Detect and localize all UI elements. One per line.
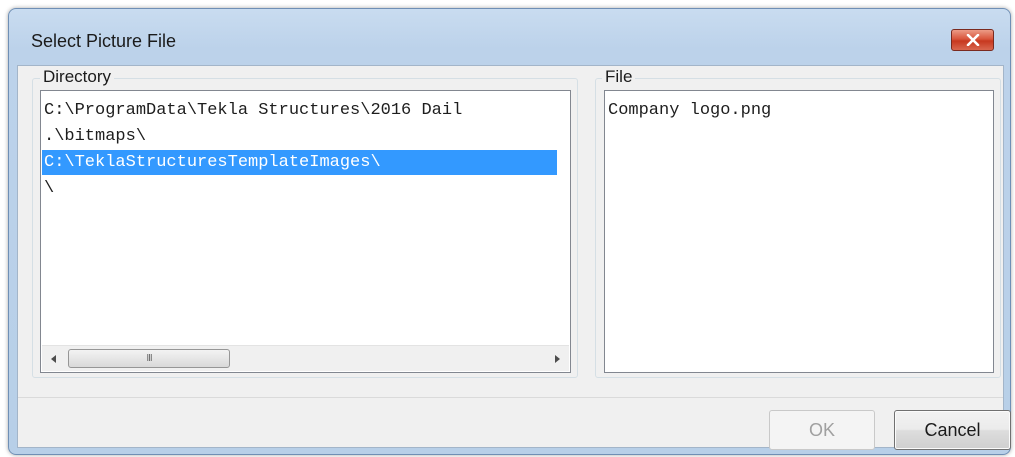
dialog-body: Directory C:\ProgramData\Tekla Structure… — [17, 65, 1011, 450]
cancel-button[interactable]: Cancel — [894, 410, 1011, 450]
horizontal-scrollbar[interactable]: III — [42, 345, 569, 371]
grip-icon: III — [146, 353, 152, 364]
file-list-item[interactable]: Company logo.png — [606, 98, 992, 123]
scroll-left-button[interactable] — [42, 346, 66, 371]
close-button[interactable] — [951, 29, 994, 51]
directory-label: Directory — [40, 67, 115, 87]
scroll-right-button[interactable] — [545, 346, 569, 371]
directory-list-item[interactable]: C:\ProgramData\Tekla Structures\2016 Dai… — [42, 98, 557, 123]
directory-list-item[interactable]: .\bitmaps\ — [42, 124, 557, 149]
dialog-title: Select Picture File — [31, 31, 177, 51]
directory-list[interactable]: C:\ProgramData\Tekla Structures\2016 Dai… — [40, 90, 571, 373]
chevron-right-icon — [554, 350, 560, 368]
ok-button[interactable]: OK — [769, 410, 875, 450]
file-label: File — [602, 67, 636, 87]
chevron-left-icon — [51, 350, 57, 368]
separator — [18, 397, 1003, 398]
title-bar[interactable]: Select Picture File — [9, 9, 1010, 65]
select-picture-file-dialog: Select Picture File Directory C:\Program… — [8, 8, 1011, 455]
file-list[interactable]: Company logo.png — [604, 90, 994, 373]
close-icon — [966, 34, 980, 46]
scroll-thumb[interactable]: III — [68, 349, 230, 368]
directory-list-item[interactable]: \ — [42, 176, 557, 201]
directory-list-item-selected[interactable]: C:\TeklaStructuresTemplateImages\ — [42, 150, 557, 175]
